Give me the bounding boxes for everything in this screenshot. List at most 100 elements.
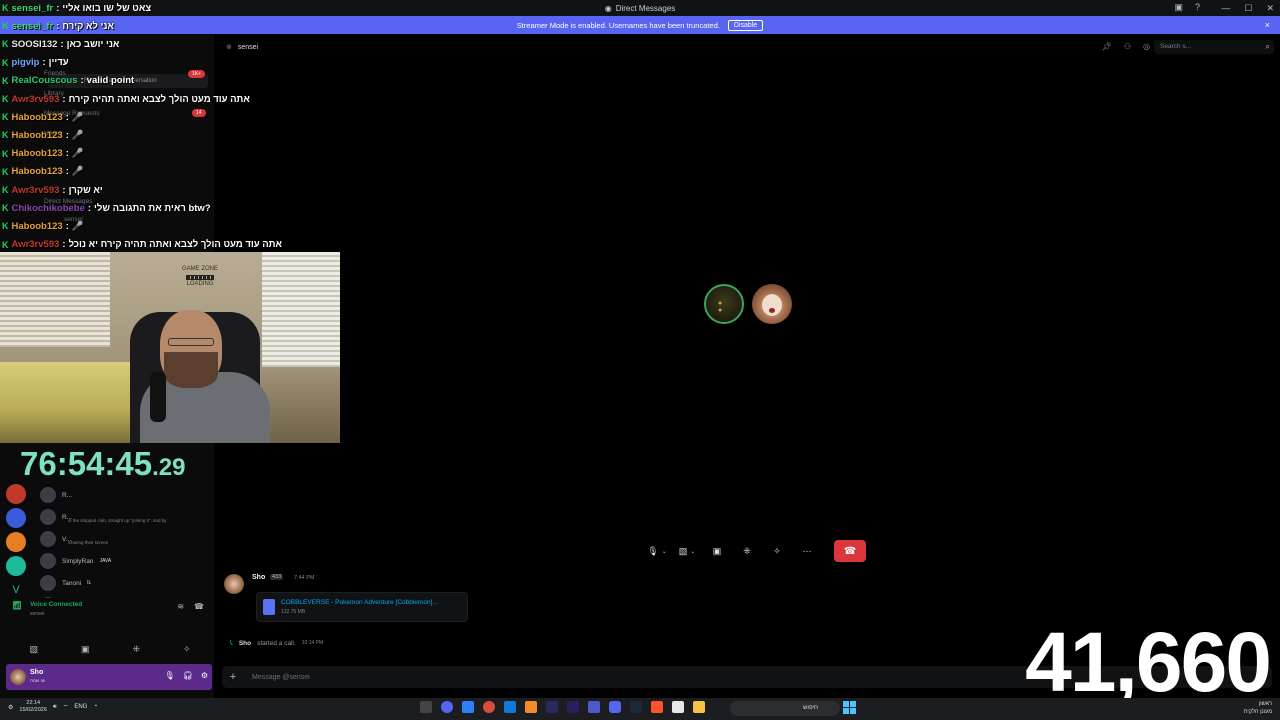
minimize-icon[interactable]: —: [1221, 3, 1230, 13]
server-icon[interactable]: [6, 484, 26, 504]
volume-icon[interactable]: 🔊︎: [53, 704, 57, 711]
add-attachment-icon[interactable]: +: [222, 671, 244, 683]
profile-icon[interactable]: ◎: [1143, 42, 1150, 51]
kick-badge-icon: K: [2, 94, 9, 104]
titlebar-icons: ▣ ?: [1174, 2, 1200, 13]
brave-icon[interactable]: [651, 701, 663, 713]
close-window-icon[interactable]: ✕: [1266, 3, 1274, 14]
hang-up-button[interactable]: ☎: [834, 540, 866, 562]
kick-badge-icon: K: [2, 203, 9, 214]
maximize-icon[interactable]: ☐: [1244, 3, 1252, 14]
voice-status[interactable]: Voice Connected: [30, 601, 82, 608]
chat-text: צאט של שו בואו אליי: [62, 2, 152, 14]
activities-icon[interactable]: ⁜: [132, 644, 140, 655]
valorant-server-icon[interactable]: V: [6, 580, 26, 600]
microphone: [150, 372, 166, 422]
server-icon[interactable]: [6, 508, 26, 528]
camera-button[interactable]: ▧ ⌄: [676, 541, 698, 561]
streamer-beard: [164, 352, 218, 388]
disable-button[interactable]: Disable: [727, 19, 764, 31]
help-icon[interactable]: ?: [1195, 2, 1200, 13]
avatar[interactable]: [224, 574, 244, 594]
file-attachment[interactable]: COBBLEVERSE - Pokemon Adventure [Cobblem…: [256, 592, 468, 622]
after-effects-icon[interactable]: [546, 701, 558, 713]
voice-channel[interactable]: sensei: [30, 611, 44, 617]
soundboard-button[interactable]: ✧: [766, 541, 788, 561]
premiere-icon[interactable]: [567, 701, 579, 713]
inbox-icon[interactable]: ▣: [1174, 2, 1183, 13]
call-participant-avatar[interactable]: ● ●: [704, 284, 744, 324]
app-icon[interactable]: [504, 701, 516, 713]
app-icon[interactable]: [525, 701, 537, 713]
app-icon[interactable]: [483, 701, 495, 713]
discord-active-icon[interactable]: [609, 701, 621, 713]
avatar: [40, 575, 56, 591]
soundboard-icon[interactable]: ✧: [183, 644, 191, 655]
more-options-button[interactable]: ⋯: [796, 541, 818, 561]
screen-share-icon[interactable]: ▣: [81, 644, 90, 655]
chevron-down-icon[interactable]: ⌄: [662, 548, 667, 555]
weather-widget[interactable]: ראשון מעונן חלקית: [1244, 700, 1272, 716]
window-shutter: [0, 252, 110, 347]
add-friend-icon[interactable]: ⚇: [1124, 42, 1131, 51]
noise-suppression-icon[interactable]: ≋: [177, 602, 184, 611]
kick-badge-icon: K: [2, 57, 9, 68]
pin-icon[interactable]: 📌︎: [1102, 42, 1112, 51]
microphone-icon[interactable]: 🎙︎: [165, 671, 175, 680]
chat-separator: :: [65, 166, 69, 178]
chat-username: Haboob123: [11, 111, 63, 123]
message-author[interactable]: Sho: [252, 574, 265, 581]
app-icon[interactable]: [462, 701, 474, 713]
more-icon: ⋯: [802, 545, 812, 556]
banner-text: Streamer Mode is enabled. Usernames have…: [516, 20, 720, 30]
camera-icon[interactable]: ▧: [29, 644, 38, 655]
dm-list-item[interactable]: Tanoni IL: [40, 572, 210, 594]
call-author[interactable]: Sho: [239, 640, 251, 647]
search-input[interactable]: Search s... ⌕: [1154, 40, 1274, 54]
headphones-icon[interactable]: 🎧︎: [183, 671, 193, 680]
discord-app-icon[interactable]: [441, 701, 453, 713]
attachment-name[interactable]: COBBLEVERSE - Pokemon Adventure [Cobblem…: [281, 599, 438, 606]
dm-list-item[interactable]: R... in the stripped club, straight up "j…: [40, 506, 210, 528]
start-icon[interactable]: [843, 701, 856, 714]
disconnect-icon[interactable]: ☎: [194, 602, 204, 611]
activities-button[interactable]: ⁜: [736, 541, 758, 561]
avatar[interactable]: [10, 669, 26, 685]
chevron-up-icon[interactable]: ⌃: [93, 704, 98, 711]
chat-username: SOOSI132: [11, 38, 58, 50]
wifi-icon[interactable]: ⌔: [63, 703, 69, 711]
chevron-down-icon[interactable]: ⌄: [690, 548, 695, 555]
app-icon[interactable]: [420, 701, 432, 713]
username[interactable]: Sho: [30, 669, 43, 676]
settings-icon[interactable]: ⚙: [201, 671, 208, 680]
dm-list-item[interactable]: R...: [40, 484, 210, 506]
screen-share-button[interactable]: ▣: [706, 541, 728, 561]
dm-list-item[interactable]: SimplyRan JAVA: [40, 550, 210, 572]
taskbar-apps: [420, 701, 705, 713]
kick-badge-icon: K: [2, 21, 9, 32]
language-indicator[interactable]: ENG: [74, 704, 87, 710]
camera-off-icon: ▧: [678, 545, 688, 556]
file-explorer-icon[interactable]: [693, 701, 705, 713]
server-icon[interactable]: [6, 556, 26, 576]
steam-icon[interactable]: [630, 701, 642, 713]
mute-button[interactable]: 🎙︎ ⌄: [646, 541, 668, 561]
taskbar-search[interactable]: חיפוש: [730, 701, 840, 716]
teams-icon[interactable]: [588, 701, 600, 713]
chat-username: sensei_fr: [11, 20, 54, 32]
call-participant-avatar[interactable]: [752, 284, 792, 324]
settings-icon[interactable]: ⚙: [8, 704, 13, 711]
app-icon[interactable]: [672, 701, 684, 713]
dm-list-item[interactable]: V... Sharing their screen: [40, 528, 210, 550]
server-icon[interactable]: [6, 532, 26, 552]
chat-message: K RealCouscous: valid point: [2, 73, 134, 89]
dm-tag: IL: [87, 580, 92, 586]
voice-status-panel: 📶︎ Voice Connected sensei ≋ ☎: [6, 598, 212, 638]
clock[interactable]: 22:14 15/02/2026: [19, 700, 47, 714]
avatar-mouth: [769, 308, 775, 313]
chat-text: 🎤: [71, 166, 84, 178]
discord-icon: ◉: [604, 3, 612, 13]
kick-badge-icon: K: [2, 148, 9, 159]
banner-close-icon[interactable]: ×: [1265, 20, 1270, 30]
signal-icon[interactable]: 📶︎: [12, 601, 22, 610]
